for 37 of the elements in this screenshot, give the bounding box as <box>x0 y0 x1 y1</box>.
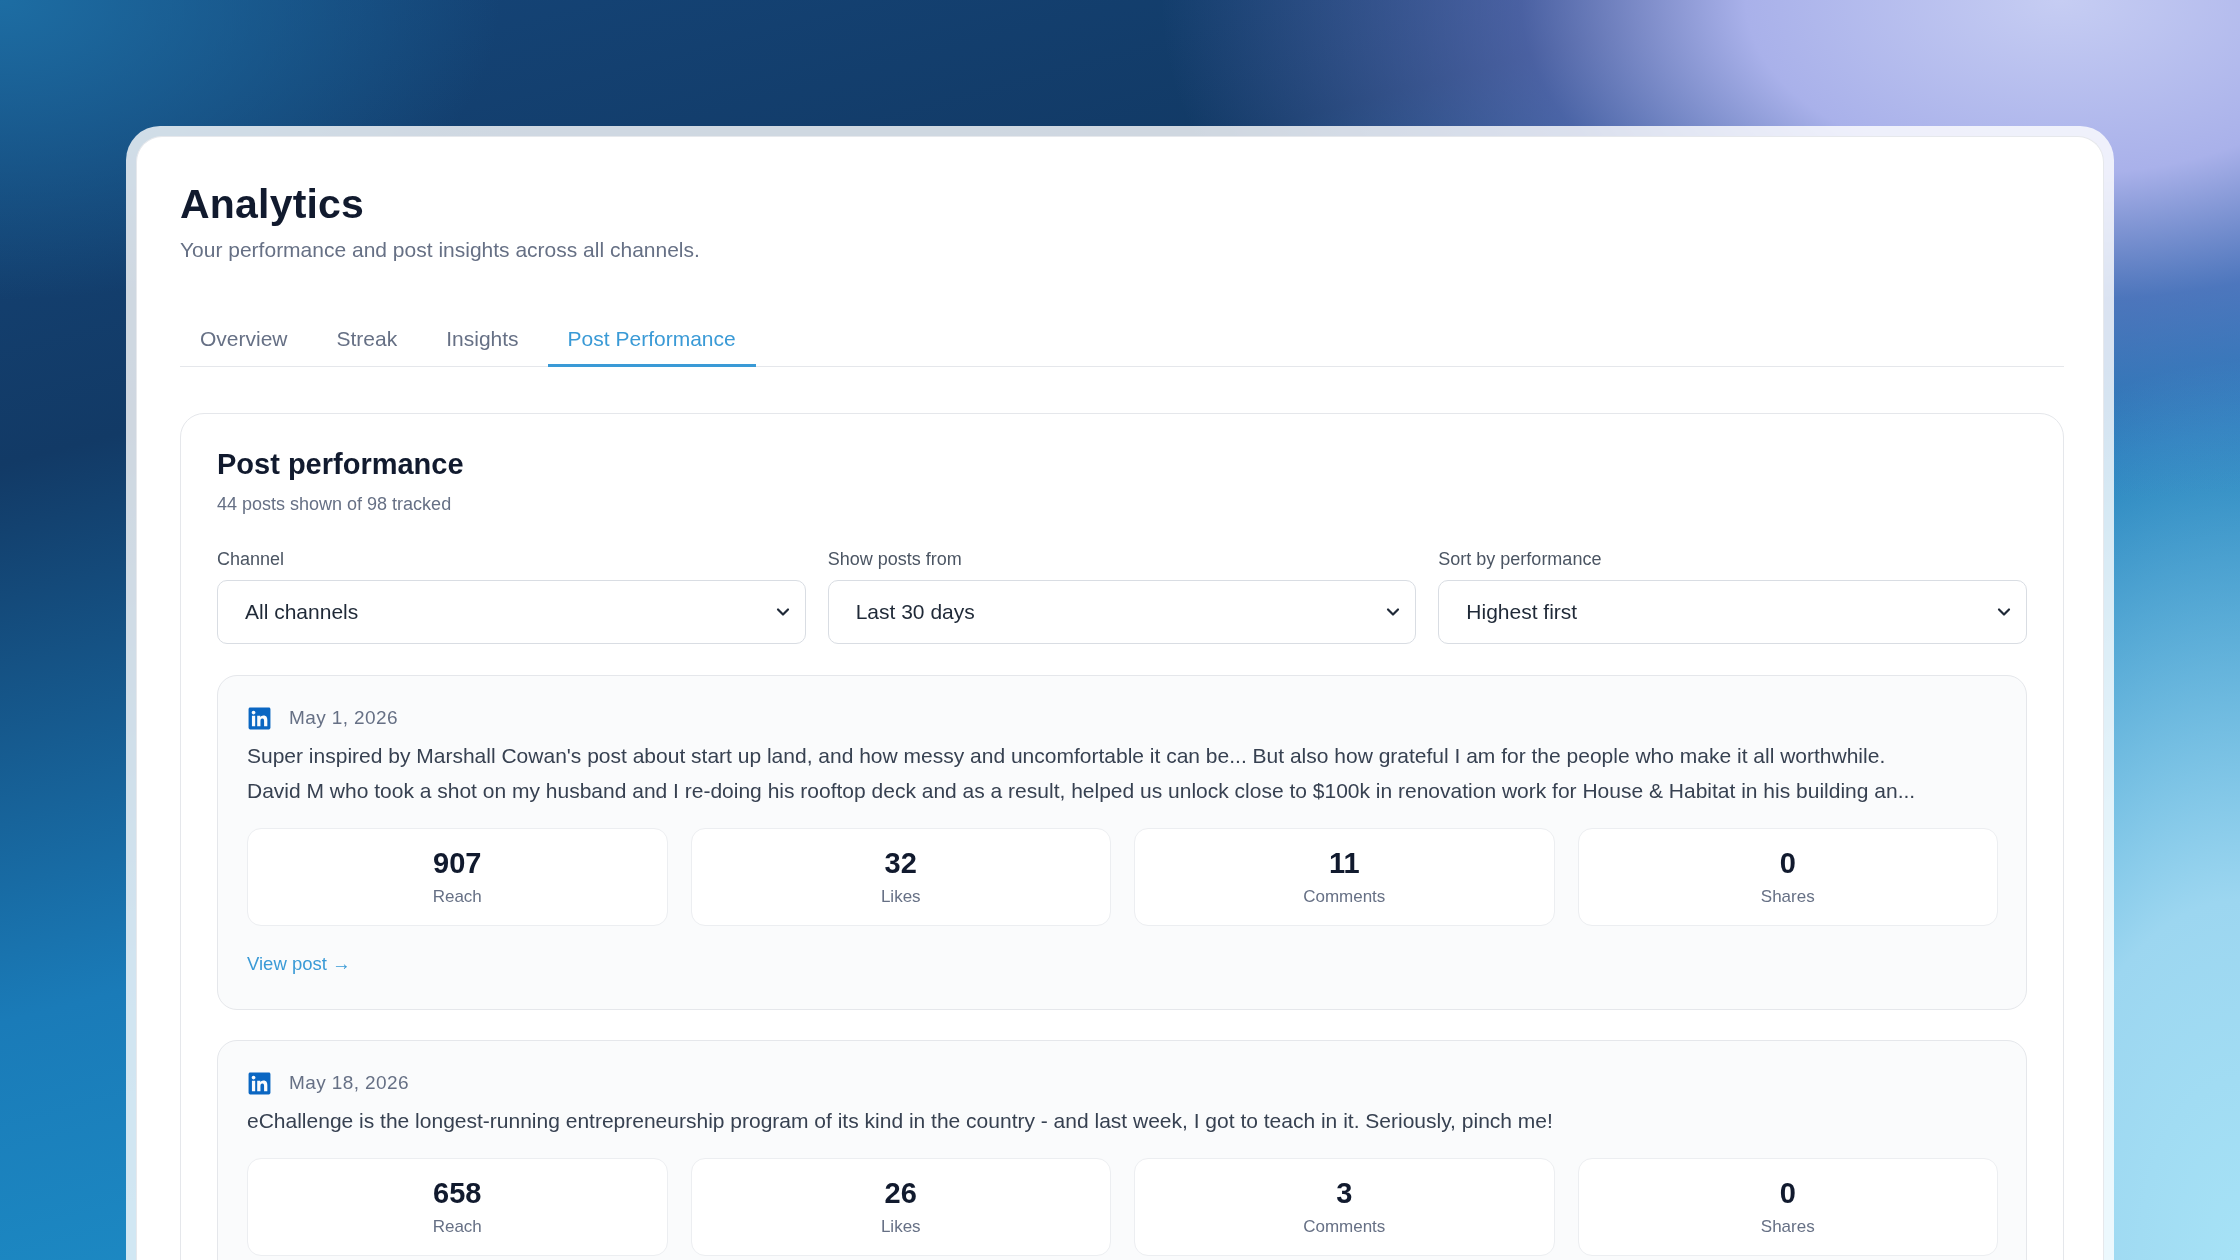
stat-value: 0 <box>1779 847 1796 879</box>
post-text: eChallenge is the longest-running entrepreneurship program of its kind in the country - and last week, I got to teach in it. Seriously, pinch me! <box>247 1108 1554 1134</box>
stat-value: 26 <box>884 1177 917 1209</box>
stat-value: 3 <box>1336 1177 1353 1209</box>
filter-dropdown[interactable]: Last 30 days <box>827 580 1417 644</box>
filter-dropdown[interactable]: Highest first <box>1438 580 2027 644</box>
stat-label: Shares <box>1760 887 1815 907</box>
view-post-link[interactable]: View post → <box>247 953 351 975</box>
page-subtitle: Your performance and post insights across all channels. <box>180 237 701 263</box>
tab[interactable]: Post Performance <box>547 313 756 367</box>
page-title: Analytics <box>180 180 366 228</box>
stat-value: 907 <box>433 847 482 879</box>
post-date: May 1, 2026 <box>289 706 398 730</box>
stat-label: Reach <box>432 1217 482 1237</box>
stat-value: 658 <box>433 1177 482 1209</box>
filter-dropdown[interactable]: All channels <box>217 580 806 644</box>
stat-label: Comments <box>1303 1217 1386 1237</box>
stat-label: Likes <box>880 887 921 907</box>
stat-value: 0 <box>1779 1177 1796 1209</box>
stat-label: Shares <box>1760 1217 1815 1237</box>
tab[interactable]: Insights <box>426 313 539 367</box>
section-title: Post performance <box>217 447 465 481</box>
tab[interactable]: Overview <box>180 313 308 367</box>
tab[interactable]: Streak <box>316 313 418 367</box>
section-summary: 44 posts shown of 98 tracked <box>217 494 453 514</box>
stat-value: 11 <box>1328 847 1360 879</box>
stat-label: Comments <box>1303 887 1386 907</box>
post-text: Super inspired by Marshall Cowan's post about start up land, and how messy and uncomfortable it can be... But also how grateful I am for the people who make it all worthwhile. David M who took a shot on my husband and I re-doing his rooftop deck and as a result, helped us unlock close to $100k in renovation work for House & Habitat in his building an... <box>247 743 1917 804</box>
stat-value: 32 <box>884 847 917 879</box>
filter-label: Channel <box>217 549 285 569</box>
filter-label: Sort by performance <box>1438 549 1602 569</box>
filter-label: Show posts from <box>827 549 962 569</box>
post-date: May 18, 2026 <box>289 1071 409 1095</box>
stat-label: Likes <box>880 1217 921 1237</box>
linkedin-logo-icon <box>247 705 272 731</box>
linkedin-logo-icon <box>247 1070 272 1096</box>
stat-label: Reach <box>432 887 482 907</box>
